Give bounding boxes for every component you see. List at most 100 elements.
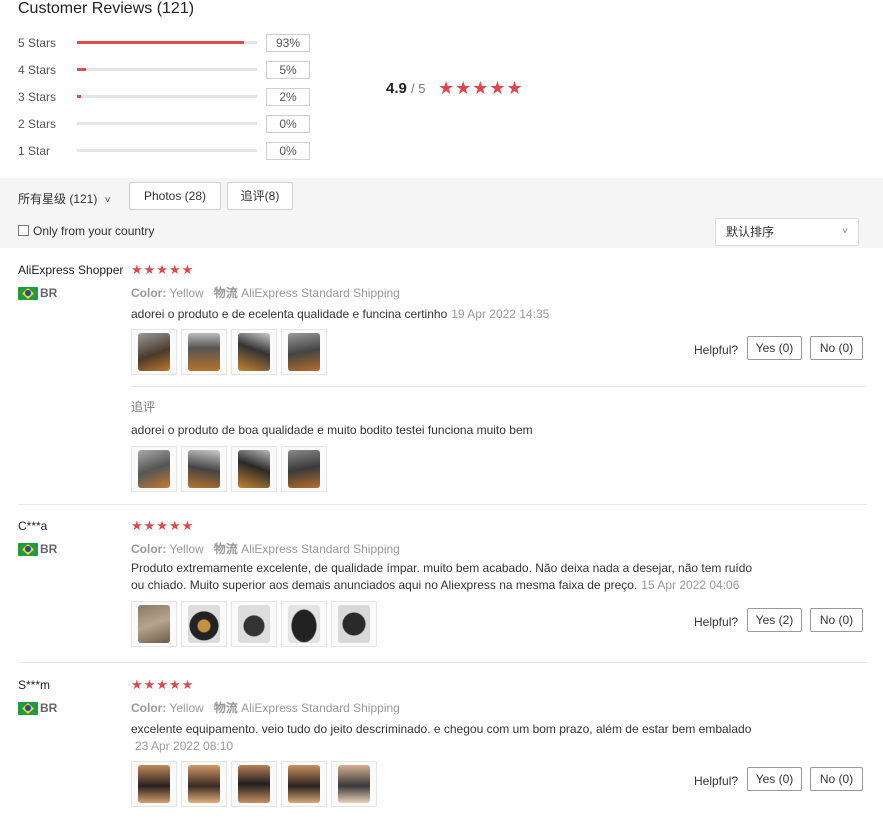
review-stars-icon: ★★★★★ — [131, 518, 195, 533]
dist-bar — [77, 95, 257, 98]
helpful-yes-button[interactable]: Yes (0) — [747, 336, 802, 360]
review-body-line: Produto extremamente excelente, de quali… — [131, 561, 753, 575]
review-photo[interactable] — [181, 329, 227, 375]
review-photo[interactable] — [131, 329, 177, 375]
helpful-no-button[interactable]: No (0) — [810, 336, 863, 360]
chevron-down-icon: ˅ — [842, 226, 848, 237]
helpful-no-button[interactable]: No (0) — [810, 608, 863, 632]
review-text: Produto extremamente excelente, de quali… — [131, 560, 781, 594]
filter-bar: 所有星级 (121) ˅ Photos (28) 追评(8) Only from… — [0, 178, 883, 248]
average-score: 4.9 — [386, 80, 407, 97]
color-label: Color: — [131, 542, 167, 556]
dist-bar-fill — [77, 95, 81, 98]
review-divider — [18, 662, 867, 663]
dist-percent: 2% — [266, 88, 310, 106]
sort-dropdown[interactable]: 默认排序 ˅ — [715, 218, 859, 246]
reviewer-name: AliExpress Shopper — [18, 263, 124, 277]
photos-filter-button[interactable]: Photos (28) — [129, 182, 221, 210]
shipping-value: AliExpress Standard Shipping — [241, 542, 400, 556]
dist-row-1[interactable]: 1 Star 0% — [18, 142, 318, 162]
review-photo[interactable] — [231, 446, 277, 492]
review-text: adorei o produto e de ecelenta qualidade… — [131, 306, 781, 323]
review-photo[interactable] — [281, 329, 327, 375]
followup-text: adorei o produto de boa qualidade e muit… — [131, 423, 533, 437]
review-photo[interactable] — [181, 761, 227, 807]
reviewer-country: BR — [40, 701, 58, 715]
review-photo[interactable] — [131, 446, 177, 492]
dist-percent: 93% — [266, 34, 310, 52]
review-photo[interactable] — [181, 446, 227, 492]
review-date: 15 Apr 2022 04:06 — [641, 578, 740, 592]
review-date: 19 Apr 2022 14:35 — [451, 307, 550, 321]
color-value: Yellow — [169, 286, 204, 300]
dist-bar — [77, 149, 257, 152]
color-label: Color: — [131, 701, 167, 715]
sort-label: 默认排序 — [726, 225, 775, 239]
review-photo[interactable] — [181, 601, 227, 647]
review-meta: Color: Yellow 物流 AliExpress Standard Shi… — [131, 540, 400, 557]
review-date: 23 Apr 2022 08:10 — [135, 739, 234, 753]
review-photo[interactable] — [331, 761, 377, 807]
dist-label: 1 Star — [18, 144, 51, 158]
dist-bar-fill — [77, 68, 86, 71]
dist-percent: 0% — [266, 115, 310, 133]
review-photo[interactable] — [231, 761, 277, 807]
followup-filter-button[interactable]: 追评(8) — [227, 182, 293, 210]
review-photo[interactable] — [331, 601, 377, 647]
shipping-label: 物流 — [213, 286, 238, 300]
review-body: adorei o produto e de ecelenta qualidade… — [131, 307, 448, 321]
dist-percent: 0% — [266, 142, 310, 160]
dist-percent: 5% — [266, 61, 310, 79]
dist-row-2[interactable]: 2 Stars 0% — [18, 115, 318, 135]
review-photo[interactable] — [231, 329, 277, 375]
followup-label: 追评 — [131, 400, 156, 414]
dist-label: 2 Stars — [18, 117, 57, 131]
brazil-flag-icon — [18, 543, 38, 556]
helpful-no-button[interactable]: No (0) — [810, 767, 863, 791]
review-photo[interactable] — [281, 761, 327, 807]
review-meta: Color: Yellow 物流 AliExpress Standard Shi… — [131, 699, 400, 716]
dist-row-3[interactable]: 3 Stars 2% — [18, 88, 318, 108]
review-stars-icon: ★★★★★ — [131, 677, 195, 692]
review-photo[interactable] — [231, 601, 277, 647]
dist-row-4[interactable]: 4 Stars 5% — [18, 61, 318, 81]
color-label: Color: — [131, 286, 167, 300]
review-divider — [18, 504, 867, 505]
reviewer-country: BR — [40, 286, 58, 300]
star-filter-label: 所有星级 (121) — [18, 192, 98, 206]
brazil-flag-icon — [18, 702, 38, 715]
review-stars-icon: ★★★★★ — [131, 262, 195, 277]
shipping-label: 物流 — [213, 542, 238, 556]
shipping-value: AliExpress Standard Shipping — [241, 286, 400, 300]
review-photo[interactable] — [131, 601, 177, 647]
review-text: excelente equipamento. veio tudo do jeit… — [131, 721, 781, 755]
review-body-line: ou chiado. Muito superior aos demais anu… — [131, 578, 638, 592]
dist-row-5[interactable]: 5 Stars 93% — [18, 34, 318, 54]
helpful-label: Helpful? — [694, 343, 739, 357]
helpful-label: Helpful? — [694, 615, 739, 629]
chevron-down-icon: ˅ — [104, 195, 111, 206]
reviewer-country: BR — [40, 542, 58, 556]
rating-max: / 5 — [411, 81, 426, 96]
country-filter-checkbox[interactable]: Only from your country — [18, 224, 154, 238]
average-stars-icon: ★★★★★ — [438, 78, 524, 98]
review-meta: Color: Yellow 物流 AliExpress Standard Shi… — [131, 284, 400, 301]
shipping-label: 物流 — [213, 701, 238, 715]
helpful-yes-button[interactable]: Yes (0) — [747, 767, 802, 791]
divider — [131, 386, 866, 387]
checkbox-icon — [18, 225, 29, 236]
helpful-label: Helpful? — [694, 774, 739, 788]
star-filter-dropdown[interactable]: 所有星级 (121) ˅ — [18, 190, 111, 207]
reviews-title: Customer Reviews (121) — [18, 0, 195, 17]
color-value: Yellow — [169, 701, 204, 715]
review-photo[interactable] — [281, 446, 327, 492]
shipping-value: AliExpress Standard Shipping — [241, 701, 400, 715]
review-photo[interactable] — [131, 761, 177, 807]
helpful-yes-button[interactable]: Yes (2) — [747, 608, 802, 632]
dist-label: 3 Stars — [18, 90, 57, 104]
dist-bar — [77, 41, 257, 44]
review-photo[interactable] — [281, 601, 327, 647]
review-body: excelente equipamento. veio tudo do jeit… — [131, 722, 752, 736]
dist-label: 5 Stars — [18, 36, 57, 50]
dist-label: 4 Stars — [18, 63, 57, 77]
